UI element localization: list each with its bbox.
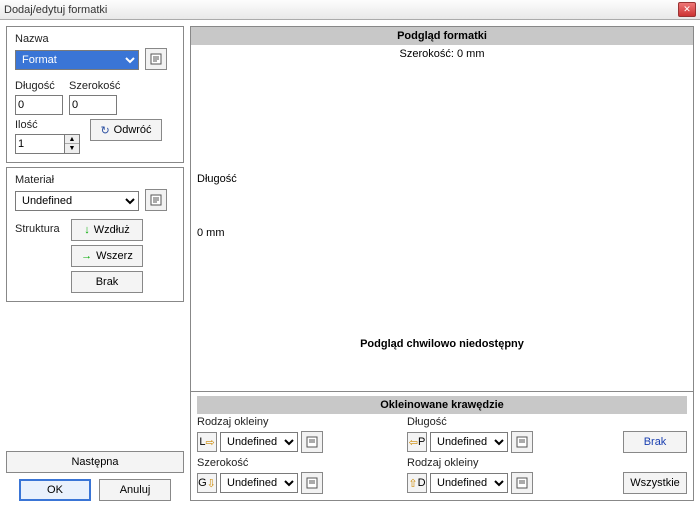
material-label: Materiał [15, 174, 175, 186]
edge-L-button[interactable]: L⇨ [197, 432, 217, 452]
swap-icon: ↻ [100, 124, 109, 137]
edge-P-picker-icon[interactable] [511, 431, 533, 453]
length-input[interactable] [15, 95, 63, 115]
edge-G-picker-icon[interactable] [301, 472, 323, 494]
material-picker-icon[interactable] [145, 189, 167, 211]
name-picker-icon[interactable] [145, 48, 167, 70]
arrow-left-icon: ⇦ [409, 436, 418, 449]
name-select[interactable]: Format [15, 50, 139, 70]
swap-button[interactable]: ↻ Odwróć [90, 119, 162, 141]
across-button[interactable]: →Wszerz [71, 245, 143, 267]
arrow-down-icon: ⇩ [207, 477, 216, 490]
qty-input[interactable] [15, 134, 65, 154]
edges-header: Okleinowane krawędzie [197, 396, 687, 414]
preview-header: Podgląd formatki [191, 27, 693, 45]
edges-all-button[interactable]: Wszystkie [623, 472, 687, 494]
edge-length-label: Długość [407, 416, 609, 428]
qty-label: Ilość [15, 119, 80, 131]
window-title: Dodaj/edytuj formatki [4, 4, 678, 16]
preview-unavailable: Podgląd chwilowo niedostępny [191, 338, 693, 350]
edge-type-label-1: Rodzaj okleiny [197, 416, 399, 428]
edge-P-button[interactable]: ⇦P [407, 432, 427, 452]
edge-width-label: Szerokość [197, 457, 399, 469]
along-button[interactable]: ↓Wzdłuż [71, 219, 143, 241]
edges-none-button[interactable]: Brak [623, 431, 687, 453]
edge-G-select[interactable]: Undefined [220, 473, 298, 493]
close-icon[interactable]: ✕ [678, 2, 696, 17]
next-button[interactable]: Następna [6, 451, 184, 473]
preview-zero-text: 0 mm [197, 227, 225, 239]
edge-D-button[interactable]: ⇧D [407, 473, 427, 493]
edge-G-button[interactable]: G⇩ [197, 473, 217, 493]
arrow-right-icon: → [81, 250, 92, 262]
qty-up-icon[interactable]: ▲ [65, 135, 79, 144]
edge-P-select[interactable]: Undefined [430, 432, 508, 452]
ok-button[interactable]: OK [19, 479, 91, 501]
arrow-right-icon: ⇨ [205, 436, 214, 449]
edge-type-label-2: Rodzaj okleiny [407, 457, 609, 469]
material-select[interactable]: Undefined [15, 191, 139, 211]
name-label: Nazwa [15, 33, 175, 45]
width-label: Szerokość [69, 80, 120, 92]
none-button[interactable]: Brak [71, 271, 143, 293]
arrow-down-icon: ↓ [84, 224, 90, 236]
edge-D-picker-icon[interactable] [511, 472, 533, 494]
preview-length-text: Długość [197, 173, 237, 185]
qty-down-icon[interactable]: ▼ [65, 144, 79, 153]
edge-D-select[interactable]: Undefined [430, 473, 508, 493]
length-label: Długość [15, 80, 63, 92]
cancel-button[interactable]: Anuluj [99, 479, 171, 501]
edge-L-picker-icon[interactable] [301, 431, 323, 453]
arrow-up-icon: ⇧ [408, 477, 417, 490]
width-input[interactable] [69, 95, 117, 115]
preview-width-text: Szerokość: 0 mm [191, 45, 693, 63]
structure-label: Struktura [15, 219, 65, 235]
edge-L-select[interactable]: Undefined [220, 432, 298, 452]
